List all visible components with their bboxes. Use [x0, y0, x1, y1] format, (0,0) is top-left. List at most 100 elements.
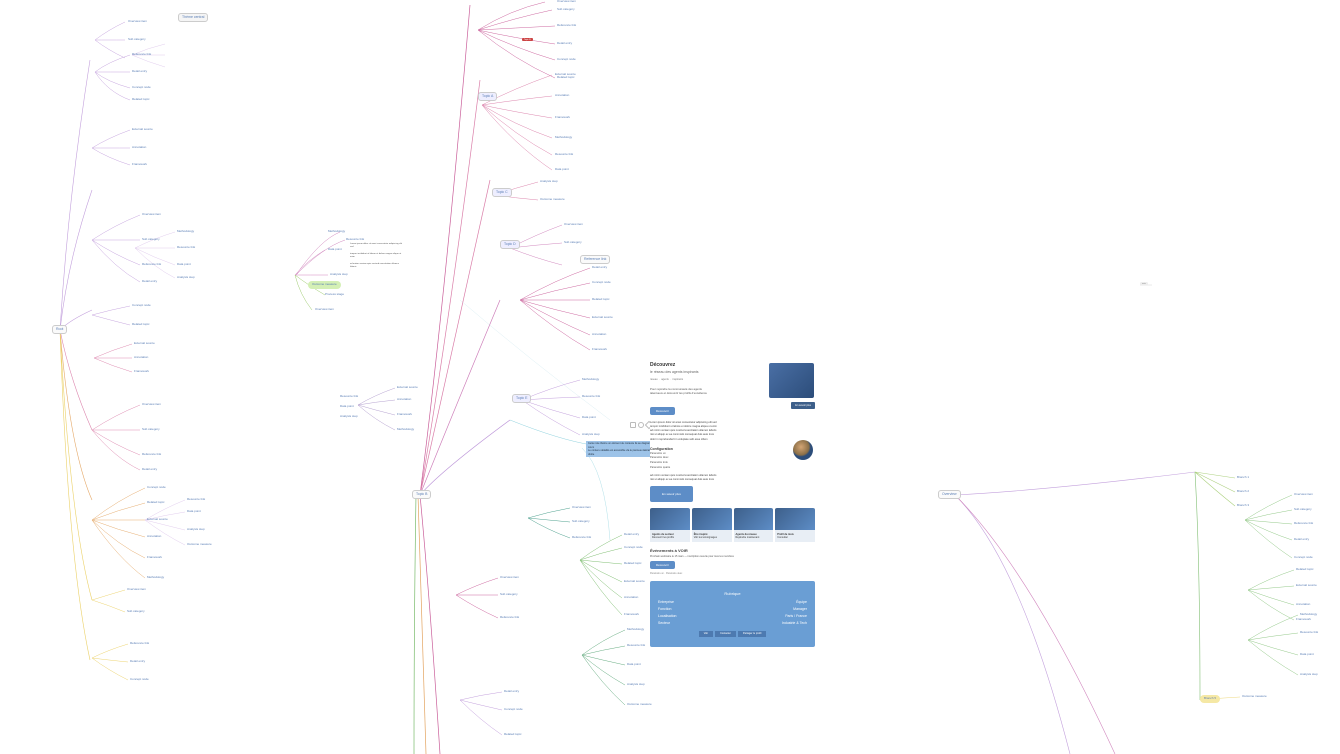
leaf-node[interactable]: Methodology [177, 230, 194, 234]
leaf-node[interactable]: Concept node [132, 304, 151, 308]
leaf-node[interactable]: Related topic [147, 501, 165, 505]
thumb-card[interactable]: Agents du secteurDécouvrir les profils [650, 508, 690, 542]
discover-button[interactable]: Découvrir [650, 407, 675, 415]
leaf-node[interactable]: Detail entry [557, 42, 572, 46]
leaf-node[interactable]: Detail entry [142, 468, 157, 472]
leaf-node[interactable]: Reference link [500, 616, 519, 620]
leaf-node[interactable]: Annotation [555, 94, 569, 98]
leaf-node[interactable]: Reference link [132, 53, 151, 57]
leaf-node[interactable]: Analysis step [1300, 673, 1318, 677]
event-button[interactable]: Découvrir [650, 561, 675, 569]
thumb-card[interactable]: Agents du réseauRejoindre maintenant [734, 508, 774, 542]
leaf-node[interactable]: Resource link [627, 644, 645, 648]
leaf-node[interactable]: Concept node [504, 708, 523, 712]
leaf-node[interactable]: Outcome measure [540, 198, 565, 202]
leaf-node[interactable]: Analysis step [330, 273, 348, 277]
leaf-node[interactable]: Detail entry [504, 690, 519, 694]
hub-node[interactable]: Topic E [512, 394, 531, 403]
leaf-node[interactable]: Related topic [624, 562, 642, 566]
footer-btn[interactable]: Contacter [715, 631, 736, 637]
leaf-node[interactable]: Resource link [346, 238, 364, 242]
leaf-node[interactable]: Methodology [582, 378, 599, 382]
leaf-node[interactable]: Concept node [624, 546, 643, 550]
leaf-node[interactable]: External source [397, 386, 418, 390]
leaf-node[interactable]: Data point [627, 663, 641, 667]
leaf-node[interactable]: Detail entry [1294, 538, 1309, 542]
leaf-node[interactable]: Sub category [127, 610, 145, 614]
leaf-node[interactable]: Concept node [592, 281, 611, 285]
leaf-node[interactable]: Data point [582, 416, 596, 420]
leaf-node[interactable]: Branch 1 [1237, 476, 1249, 480]
leaf-node[interactable]: Overview item [127, 588, 146, 592]
leaf-node[interactable]: Methodology [1300, 613, 1317, 617]
leaf-node[interactable]: Detail entry [592, 266, 607, 270]
leaf-node[interactable]: Analysis step [582, 433, 600, 437]
leaf-node[interactable]: Resource link [555, 153, 573, 157]
leaf-node[interactable]: Resource link [1300, 631, 1318, 635]
leaf-node[interactable]: Framework [132, 163, 147, 167]
leaf-node[interactable]: Detail entry [142, 280, 157, 284]
thumb-card[interactable]: Profil de moisConsulter [775, 508, 815, 542]
leaf-node[interactable]: Related topic [1296, 568, 1314, 572]
leaf-node[interactable]: Branch 2 [1237, 490, 1249, 494]
leaf-node[interactable]: Framework [592, 348, 607, 352]
hub-node[interactable]: Topic C [492, 188, 512, 197]
leaf-node[interactable]: Detail entry [624, 533, 639, 537]
leaf-node[interactable]: Resource link [582, 395, 600, 399]
leaf-node[interactable]: External source [624, 580, 645, 584]
leaf-node[interactable]: Resource link [340, 395, 358, 399]
leaf-node[interactable]: Reference link [1294, 522, 1313, 526]
leaf-node[interactable]: Reference link [572, 536, 591, 540]
large-cta-button[interactable]: En savoir plus [650, 486, 693, 502]
leaf-node[interactable]: Sub category [557, 8, 575, 12]
leaf-node[interactable]: Framework [1296, 618, 1311, 622]
right-root-node[interactable]: Overview [938, 490, 961, 499]
cta-secondary[interactable]: En savoir plus [791, 402, 815, 409]
leaf-node[interactable]: Outcome measure [627, 703, 652, 707]
leaf-node[interactable]: Sub category [142, 238, 160, 242]
leaf-node[interactable]: Overview item [315, 308, 334, 312]
footer-btn[interactable]: Voir [699, 631, 713, 637]
leaf-node[interactable]: Concept node [132, 86, 151, 90]
leaf-node[interactable]: Outcome measure [187, 543, 212, 547]
leaf-node[interactable]: Annotation [132, 146, 146, 150]
leaf-node[interactable]: Related topic [504, 733, 522, 737]
leaf-node[interactable]: Overview item [500, 576, 519, 580]
leaf-node[interactable]: Resource link [177, 246, 195, 250]
thumb-card[interactable]: Être inspiréVoir les témoignages [692, 508, 732, 542]
center-root-node[interactable]: Topic B [412, 490, 431, 499]
leaf-node[interactable]: Annotation [624, 596, 638, 600]
leaf-node[interactable]: Framework [624, 613, 639, 617]
content-panel[interactable]: Découvrez le réseau des agents inspirant… [650, 362, 815, 672]
leaf-node[interactable]: Framework [147, 556, 162, 560]
leaf-node[interactable]: Overview item [572, 506, 591, 510]
leaf-node[interactable]: Concept node [147, 486, 166, 490]
leaf-node[interactable]: Analysis step [187, 528, 205, 532]
leaf-node[interactable]: Concept node [130, 678, 149, 682]
leaf-node[interactable]: Sub category [500, 593, 518, 597]
floating-box[interactable]: Thème central [178, 13, 208, 22]
leaf-node[interactable]: Annotation [592, 333, 606, 337]
boxed-node[interactable]: Reference link [580, 255, 610, 264]
leaf-node[interactable]: External source [134, 342, 155, 346]
leaf-node[interactable]: Overview item [564, 223, 583, 227]
leaf-node[interactable]: Process stage [325, 293, 344, 297]
leaf-node[interactable]: Reference link [142, 453, 161, 457]
leaf-node[interactable]: Overview item [1294, 493, 1313, 497]
leaf-node[interactable]: Annotation [134, 356, 148, 360]
leaf-node[interactable]: Data point [1300, 653, 1314, 657]
leaf-node[interactable]: Outcome measure [1242, 695, 1267, 699]
leaf-node[interactable]: Framework [555, 116, 570, 120]
leaf-node[interactable]: Methodology [397, 428, 414, 432]
leaf-node[interactable]: Annotation [397, 398, 411, 402]
leaf-node[interactable]: Reference link [142, 263, 161, 267]
leaf-node[interactable]: Resource link [187, 498, 205, 502]
leaf-node[interactable]: Sub category [128, 38, 146, 42]
leaf-node[interactable]: External source [147, 518, 168, 522]
leaf-node[interactable]: Framework [397, 413, 412, 417]
leaf-node[interactable]: External source [592, 316, 613, 320]
leaf-node[interactable]: Annotation [147, 535, 161, 539]
leaf-node[interactable]: Methodology [328, 230, 345, 234]
leaf-node[interactable]: Sub category [1294, 508, 1312, 512]
leaf-node[interactable]: Overview item [128, 20, 147, 24]
